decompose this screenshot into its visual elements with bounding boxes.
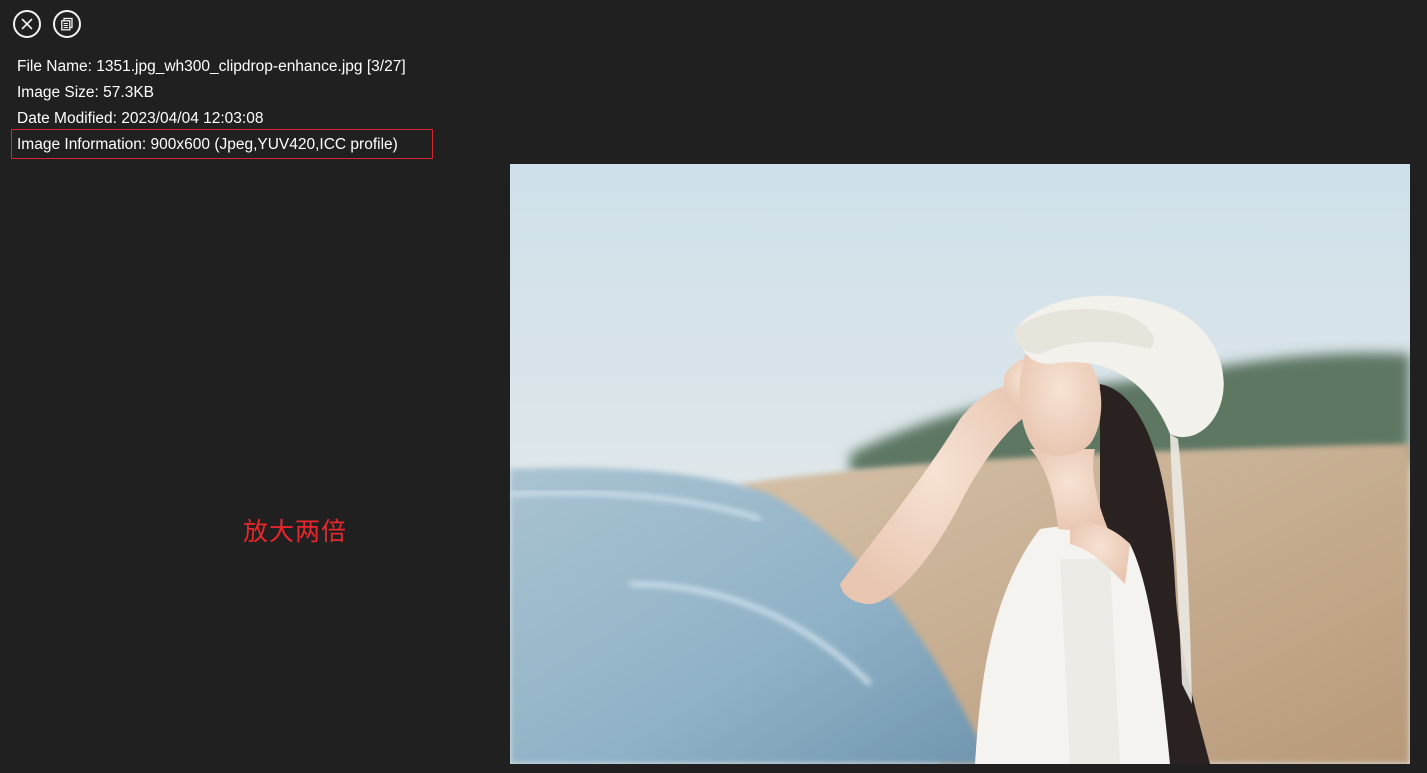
annotation-text: 放大两倍: [243, 517, 348, 546]
highlight-box: [11, 129, 433, 159]
image-size-text: Image Size: 57.3KB: [17, 84, 154, 101]
displayed-photo: [510, 164, 1410, 764]
copy-button[interactable]: [53, 10, 81, 38]
close-icon: [20, 17, 34, 31]
close-button[interactable]: [13, 10, 41, 38]
copy-icon: [60, 17, 74, 31]
image-viewer: File Name: 1351.jpg_wh300_clipdrop-enhan…: [0, 0, 1427, 773]
file-name-text: File Name: 1351.jpg_wh300_clipdrop-enhan…: [17, 58, 406, 75]
